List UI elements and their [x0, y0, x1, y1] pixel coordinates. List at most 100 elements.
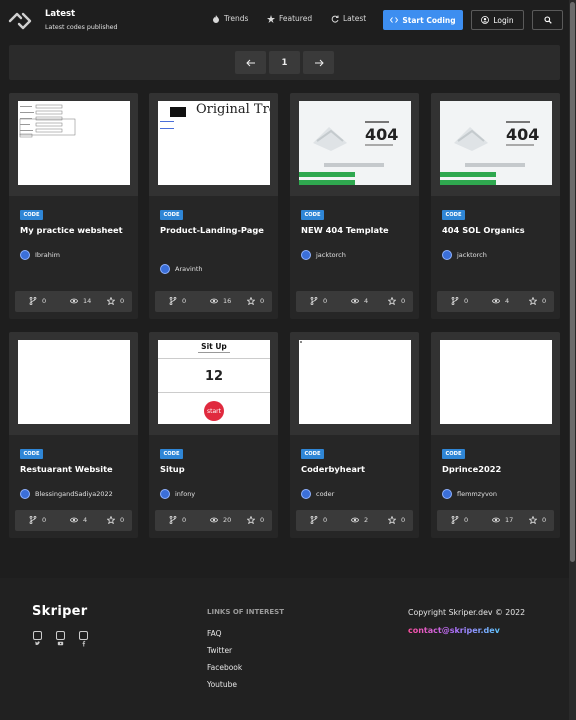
footer-link-twitter[interactable]: Twitter	[207, 646, 232, 655]
search-button[interactable]	[532, 10, 563, 30]
footer-link-faq[interactable]: FAQ	[207, 629, 222, 638]
thumb-heading: Sit Up	[201, 342, 227, 351]
nav-trends[interactable]: Trends	[212, 14, 248, 23]
card-title[interactable]: Coderbyheart	[301, 463, 413, 476]
star-count[interactable]: 0	[529, 516, 546, 524]
code-card[interactable]: CODE Restuarant Website BlessingandSadiya2…	[9, 332, 138, 538]
card-author[interactable]: Aravinth	[160, 264, 203, 274]
fork-count[interactable]: 0	[29, 516, 46, 524]
view-value: 20	[223, 516, 232, 524]
pagination-bar: 1	[9, 45, 560, 80]
card-preview-area[interactable]: 404	[290, 93, 419, 196]
card-preview-area[interactable]: Original Tron	[149, 93, 278, 196]
star-count[interactable]: 0	[247, 297, 264, 305]
code-card[interactable]: 404 CODE 404 SOL Organics jacktorch 0 4 0	[431, 93, 560, 319]
card-author[interactable]: flemmzyvon	[442, 489, 497, 499]
code-card[interactable]: CODE Coderbyheart coder 0 2 0	[290, 332, 419, 538]
fork-count[interactable]: 0	[29, 297, 46, 305]
card-thumbnail[interactable]	[18, 340, 130, 424]
card-thumbnail[interactable]: 404	[299, 101, 411, 185]
card-author[interactable]: coder	[301, 489, 334, 499]
contact-email-link[interactable]: contact@skriper.dev	[408, 626, 500, 635]
card-author[interactable]: infony	[160, 489, 195, 499]
eye-icon	[210, 298, 218, 304]
fork-value: 0	[323, 516, 328, 524]
card-thumbnail[interactable]	[299, 340, 411, 424]
nav-featured[interactable]: Featured	[267, 14, 312, 23]
star-count[interactable]: 0	[388, 516, 405, 524]
fork-value: 0	[464, 297, 469, 305]
next-page-button[interactable]	[303, 51, 334, 74]
star-count[interactable]: 0	[247, 516, 264, 524]
twitter-icon[interactable]	[33, 631, 42, 645]
login-button[interactable]: Login	[471, 10, 524, 30]
card-preview-area[interactable]	[431, 332, 560, 435]
star-count[interactable]: 0	[529, 297, 546, 305]
fork-count[interactable]: 0	[310, 297, 327, 305]
page-number-button[interactable]: 1	[269, 51, 300, 74]
card-thumbnail[interactable]	[18, 101, 130, 185]
thumb-404: 404	[506, 125, 540, 144]
start-coding-button[interactable]: Start Coding	[383, 10, 463, 30]
footer-link-youtube[interactable]: Youtube	[207, 680, 237, 689]
card-title[interactable]: NEW 404 Template	[301, 224, 413, 237]
card-thumbnail[interactable]	[440, 340, 552, 424]
fork-count[interactable]: 0	[169, 516, 186, 524]
card-title[interactable]: Product-Landing-Page	[160, 224, 272, 237]
card-title[interactable]: 404 SOL Organics	[442, 224, 554, 237]
youtube-icon[interactable]	[56, 631, 65, 646]
fork-count[interactable]: 0	[169, 297, 186, 305]
star-outline-icon	[529, 516, 537, 524]
footer-brand[interactable]: Skriper	[32, 604, 88, 619]
nav-latest[interactable]: Latest	[331, 14, 366, 23]
code-card[interactable]: CODE Dprince2022 flemmzyvon 0 17 0	[431, 332, 560, 538]
card-preview-area[interactable]: 404	[431, 93, 560, 196]
star-outline-icon	[388, 297, 396, 305]
page-subtitle: Latest codes published	[45, 24, 118, 31]
avatar	[160, 264, 170, 274]
card-author[interactable]: BlessingandSadiya2022	[20, 489, 113, 499]
fork-count[interactable]: 0	[451, 297, 468, 305]
thumb-404: 404	[365, 125, 399, 144]
card-preview-area[interactable]	[9, 93, 138, 196]
card-author[interactable]: jacktorch	[442, 250, 487, 260]
star-count[interactable]: 0	[107, 516, 124, 524]
page-scrollbar[interactable]	[569, 0, 576, 720]
code-card[interactable]: CODE My practice websheet Ibrahim 0 14 0	[9, 93, 138, 319]
scrollbar-thumb[interactable]	[570, 2, 575, 562]
fork-icon	[310, 516, 318, 524]
card-thumbnail[interactable]: 404	[440, 101, 552, 185]
fork-icon	[169, 297, 177, 305]
footer-link-facebook[interactable]: Facebook	[207, 663, 242, 672]
fork-value: 0	[323, 297, 328, 305]
card-author[interactable]: jacktorch	[301, 250, 346, 260]
prev-page-button[interactable]	[235, 51, 266, 74]
card-title[interactable]: My practice websheet	[20, 224, 132, 237]
login-label: Login	[493, 15, 514, 25]
view-value: 2	[364, 516, 369, 524]
page-footer: Skriper LINKS OF INTEREST FAQ Twitter Fa…	[0, 578, 569, 720]
facebook-icon[interactable]	[79, 631, 88, 647]
card-preview-area[interactable]	[290, 332, 419, 435]
arrow-left-icon	[245, 59, 255, 66]
star-count[interactable]: 0	[107, 297, 124, 305]
fork-count[interactable]: 0	[310, 516, 327, 524]
card-title[interactable]: Dprince2022	[442, 463, 554, 476]
fork-value: 0	[182, 297, 187, 305]
skriper-logo-icon[interactable]	[8, 12, 32, 30]
card-thumbnail[interactable]: Original Tron	[158, 101, 270, 185]
nav-featured-label: Featured	[279, 14, 313, 23]
card-title[interactable]: Situp	[160, 463, 272, 476]
view-count: 4	[70, 516, 87, 524]
code-card[interactable]: Sit Up 12 start CODE Situp infony 0 20 0	[149, 332, 278, 538]
fork-count[interactable]: 0	[451, 516, 468, 524]
code-card[interactable]: 404 CODE NEW 404 Template jacktorch 0 4 0	[290, 93, 419, 319]
card-preview-area[interactable]	[9, 332, 138, 435]
code-card[interactable]: Original Tron CODE Product-Landing-Page Ara…	[149, 93, 278, 319]
card-author[interactable]: Ibrahim	[20, 250, 60, 260]
code-badge: CODE	[160, 449, 183, 459]
star-count[interactable]: 0	[388, 297, 405, 305]
card-thumbnail[interactable]: Sit Up 12 start	[158, 340, 270, 424]
card-title[interactable]: Restuarant Website	[20, 463, 132, 476]
card-preview-area[interactable]: Sit Up 12 start	[149, 332, 278, 435]
